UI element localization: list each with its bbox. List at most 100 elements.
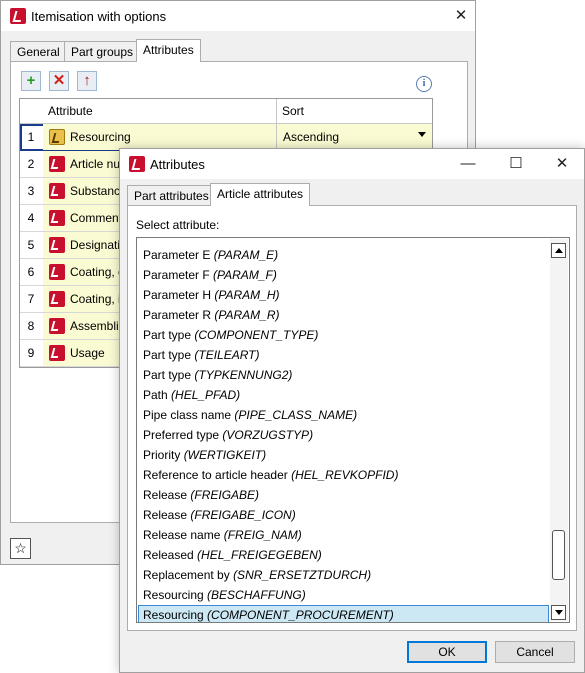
tab-article-attributes[interactable]: Article attributes	[210, 183, 311, 206]
list-item[interactable]: Resourcing (BESCHAFFUNG)	[138, 585, 549, 605]
move-up-button[interactable]: ↑	[77, 71, 97, 91]
attribute-name: Assemblin	[70, 319, 126, 333]
list-item[interactable]: Parameter F (PARAM_F)	[138, 265, 549, 285]
list-item[interactable]: Release (FREIGABE)	[138, 485, 549, 505]
cancel-button[interactable]: Cancel	[495, 641, 575, 663]
attribute-display-name: Parameter F	[143, 268, 210, 282]
list-item[interactable]: Release (FREIGABE_ICON)	[138, 505, 549, 525]
app-logo-icon	[129, 156, 145, 172]
attribute-code: (TYPKENNUNG2)	[194, 368, 293, 382]
list-item[interactable]: Parameter R (PARAM_R)	[138, 305, 549, 325]
app-logo-icon	[10, 8, 26, 24]
favorite-button[interactable]: ☆	[10, 538, 31, 559]
list-item[interactable]: Reference to article header (HEL_REVKOPF…	[138, 465, 549, 485]
sort-value: Ascending	[283, 130, 340, 144]
main-window-title: Itemisation with options	[31, 9, 167, 24]
list-item[interactable]: Path (HEL_PFAD)	[138, 385, 549, 405]
attribute-display-name: Part type	[143, 348, 192, 362]
attribute-code: (PARAM_F)	[213, 268, 277, 282]
close-icon[interactable]: ✕	[447, 5, 475, 27]
attribute-code: (COMPONENT_PROCUREMENT)	[207, 608, 394, 622]
dialog-title: Attributes	[150, 157, 205, 172]
attribute-display-name: Parameter E	[143, 248, 211, 262]
list-item[interactable]: Part type (TYPKENNUNG2)	[138, 365, 549, 385]
close-icon[interactable]: ✕	[548, 153, 576, 175]
row-number: 1	[27, 130, 35, 144]
attribute-icon	[49, 291, 65, 307]
attribute-code: (WERTIGKEIT)	[183, 448, 267, 462]
attribute-display-name: Resourcing	[143, 608, 204, 622]
attribute-cell[interactable]: Resourcing	[43, 124, 276, 150]
attribute-listbox[interactable]: Parameter E (PARAM_E) Parameter F (PARAM_…	[136, 237, 570, 623]
attribute-code: (FREIGABE_ICON)	[190, 508, 296, 522]
column-header-attribute[interactable]: Attribute	[48, 104, 93, 118]
attribute-code: (VORZUGSTYP)	[222, 428, 314, 442]
list-item[interactable]: Release name (FREIG_NAM)	[138, 525, 549, 545]
vertical-scrollbar[interactable]	[550, 239, 568, 621]
row-number: 5	[27, 238, 35, 252]
attribute-code: (HEL_REVKOPFID)	[291, 468, 399, 482]
tab-part-attributes[interactable]: Part attributes	[127, 185, 216, 205]
attribute-name: Resourcing	[70, 130, 131, 144]
list-item[interactable]: Part type (TEILEART)	[138, 345, 549, 365]
list-item[interactable]: Released (HEL_FREIGEGEBEN)	[138, 545, 549, 565]
row-number: 2	[27, 157, 35, 171]
tab-part-groups[interactable]: Part groups	[64, 41, 141, 61]
attribute-code: (HEL_PFAD)	[171, 388, 241, 402]
star-icon: ☆	[14, 540, 27, 556]
attribute-name: Comment	[70, 211, 123, 225]
attribute-display-name: Replacement by	[143, 568, 230, 582]
scrollbar-thumb[interactable]	[552, 529, 565, 580]
attribute-icon	[49, 183, 65, 199]
minimize-icon[interactable]: —	[454, 153, 482, 175]
list-item[interactable]: Pipe class name (PIPE_CLASS_NAME)	[138, 405, 549, 425]
list-item[interactable]: Parameter H (PARAM_H)	[138, 285, 549, 305]
attribute-display-name: Resourcing	[143, 588, 204, 602]
dropdown-arrow-icon[interactable]	[418, 132, 426, 137]
sort-cell[interactable]: Ascending	[276, 124, 432, 150]
attribute-icon	[49, 264, 65, 280]
add-button[interactable]: +	[21, 71, 41, 91]
tab-attributes[interactable]: Attributes	[136, 39, 201, 62]
main-titlebar: Itemisation with options ✕	[1, 1, 475, 31]
attribute-code: (BESCHAFFUNG)	[207, 588, 306, 602]
list-item[interactable]: Preferred type (VORZUGSTYP)	[138, 425, 549, 445]
maximize-icon[interactable]: ☐	[502, 153, 530, 175]
attribute-icon	[49, 237, 65, 253]
grid-header: Attribute Sort	[20, 99, 432, 124]
row-number: 4	[27, 211, 35, 225]
main-tabs: General Part groups Attributes	[10, 39, 410, 62]
scroll-down-button[interactable]	[551, 605, 566, 620]
delete-button[interactable]: ✕	[49, 71, 69, 91]
attribute-display-name: Priority	[143, 448, 181, 462]
list-item[interactable]: Replacement by (SNR_ERSETZTDURCH)	[138, 565, 549, 585]
attribute-icon	[49, 156, 65, 172]
table-row[interactable]: 1 Resourcing Ascending	[20, 124, 432, 151]
row-number: 7	[27, 292, 35, 306]
column-header-sort[interactable]: Sort	[282, 104, 304, 118]
list-item[interactable]: Parameter E (PARAM_E)	[138, 245, 549, 265]
scroll-up-button[interactable]	[551, 243, 566, 258]
row-number: 9	[27, 346, 35, 360]
list-item[interactable]: Part type (COMPONENT_TYPE)	[138, 325, 549, 345]
row-number: 8	[27, 319, 35, 333]
info-icon[interactable]: i	[416, 76, 432, 92]
attribute-code: (FREIG_NAM)	[223, 528, 302, 542]
attribute-icon	[49, 318, 65, 334]
row-number: 6	[27, 265, 35, 279]
attribute-display-name: Path	[143, 388, 168, 402]
attribute-code: (FREIGABE)	[190, 488, 260, 502]
attribute-code: (PARAM_E)	[213, 248, 279, 262]
ok-button[interactable]: OK	[407, 641, 487, 663]
attribute-display-name: Part type	[143, 368, 192, 382]
tab-general[interactable]: General	[10, 41, 67, 61]
attribute-name: Coating, e	[70, 265, 125, 279]
attribute-display-name: Release	[143, 488, 188, 502]
list-item[interactable]: Priority (WERTIGKEIT)	[138, 445, 549, 465]
attribute-icon	[49, 345, 65, 361]
select-attribute-label: Select attribute:	[136, 218, 220, 232]
attribute-code: (SNR_ERSETZTDURCH)	[233, 568, 372, 582]
attribute-name: Article nur	[70, 157, 125, 171]
attribute-code: (PARAM_R)	[214, 308, 280, 322]
list-item[interactable]: Resourcing (COMPONENT_PROCUREMENT)	[138, 605, 549, 622]
